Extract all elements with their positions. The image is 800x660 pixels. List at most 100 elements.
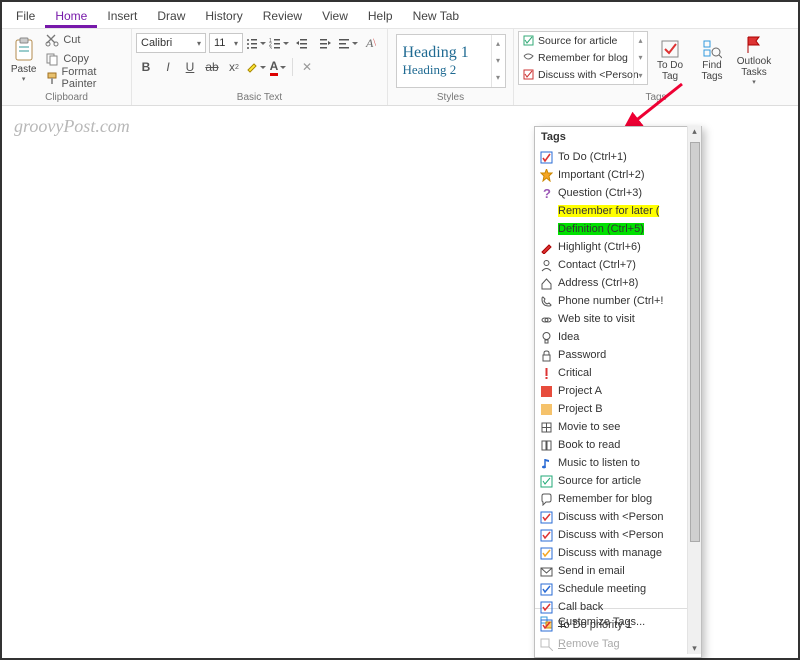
tag-item-label: Highlight (Ctrl+6) xyxy=(558,241,641,253)
tag-item[interactable]: Discuss with <Person xyxy=(535,508,687,526)
copy-icon xyxy=(45,52,59,66)
style-heading1[interactable]: Heading 1 xyxy=(403,44,499,62)
group-tags: Source for article Remember for blog Dis… xyxy=(514,29,798,105)
strike-button[interactable]: ab xyxy=(202,57,222,77)
tag-item[interactable]: Remember for blog xyxy=(535,490,687,508)
tag-item[interactable]: Source for article xyxy=(535,472,687,490)
tag-item[interactable]: Password xyxy=(535,346,687,364)
clear-button[interactable]: ✕ xyxy=(297,57,317,77)
checkbox-icon xyxy=(540,547,553,560)
format-painter-button[interactable]: Format Painter xyxy=(43,69,127,87)
tag-item[interactable]: Project B xyxy=(535,400,687,418)
ribbon: Paste ▾ Cut Copy Format Painter Clipboar… xyxy=(2,28,798,106)
tags-dropdown-panel: Tags ▴▾ To Do (Ctrl+1)Important (Ctrl+2)… xyxy=(534,126,702,658)
book-icon xyxy=(540,439,553,452)
menu-tab-insert[interactable]: Insert xyxy=(97,5,147,28)
tag-item[interactable]: Project A xyxy=(535,382,687,400)
numbering-button[interactable]: 123 xyxy=(269,33,289,53)
tag-item[interactable]: Schedule meeting xyxy=(535,580,687,598)
checkbox-icon xyxy=(540,601,553,614)
tags-panel-title: Tags xyxy=(535,127,701,148)
menu-tab-help[interactable]: Help xyxy=(358,5,403,28)
search-tags-icon xyxy=(702,39,722,59)
checkbox-icon xyxy=(540,511,553,524)
menu-bar: FileHomeInsertDrawHistoryReviewViewHelpN… xyxy=(2,2,798,28)
checkbox-icon xyxy=(540,151,553,164)
menu-tab-home[interactable]: Home xyxy=(45,5,97,28)
subscript-button[interactable]: x2 xyxy=(224,57,244,77)
tags-panel-scrollbar[interactable]: ▴▾ xyxy=(687,126,701,654)
tag-item[interactable]: Send in email xyxy=(535,562,687,580)
paste-button[interactable]: Paste ▾ xyxy=(6,31,41,89)
todo-tag-button[interactable]: To Do Tag xyxy=(650,31,690,89)
tag-item[interactable]: Contact (Ctrl+7) xyxy=(535,256,687,274)
film-icon xyxy=(540,421,553,434)
font-color-button[interactable]: A xyxy=(268,57,288,77)
styles-gallery[interactable]: Heading 1 Heading 2 ▴▾▾ xyxy=(396,34,506,88)
align-button[interactable] xyxy=(338,33,358,53)
tag-item[interactable]: To Do (Ctrl+1) xyxy=(535,148,687,166)
tag-item[interactable]: ?Question (Ctrl+3) xyxy=(535,184,687,202)
outdent-button[interactable] xyxy=(292,33,312,53)
tag-item-label: Address (Ctrl+8) xyxy=(558,277,638,289)
tag-item[interactable]: Phone number (Ctrl+! xyxy=(535,292,687,310)
tag-item[interactable]: Book to read xyxy=(535,436,687,454)
tag-item[interactable]: Call back xyxy=(535,598,687,616)
group-label-tags: Tags xyxy=(518,90,794,105)
find-tags-button[interactable]: Find Tags xyxy=(692,31,732,89)
tag-item[interactable]: Highlight (Ctrl+6) xyxy=(535,238,687,256)
clear-format-button[interactable]: A⧹ xyxy=(361,33,381,53)
tag-item[interactable]: Discuss with <Person xyxy=(535,526,687,544)
highlight-button[interactable] xyxy=(246,57,266,77)
font-size-select[interactable]: 11▾ xyxy=(209,33,243,53)
tag-item-label: Schedule meeting xyxy=(558,583,646,595)
underline-button[interactable]: U xyxy=(180,57,200,77)
tag-item-label: Discuss with <Person xyxy=(558,511,663,523)
star-icon xyxy=(540,169,553,182)
tag-item[interactable]: Idea xyxy=(535,328,687,346)
tag-item[interactable]: Important (Ctrl+2) xyxy=(535,166,687,184)
checkbox-icon xyxy=(540,529,553,542)
menu-tab-draw[interactable]: Draw xyxy=(147,5,195,28)
tag-item[interactable]: Movie to see xyxy=(535,418,687,436)
cut-button[interactable]: Cut xyxy=(43,31,127,49)
tag-item-label: Movie to see xyxy=(558,421,620,433)
group-basic-text: Calibri▾ 11▾ 123 A⧹ B I U ab x2 A ✕ xyxy=(132,29,388,105)
paste-label: Paste xyxy=(11,64,37,75)
menu-tab-new-tab[interactable]: New Tab xyxy=(403,5,469,28)
indent-button[interactable] xyxy=(315,33,335,53)
italic-button[interactable]: I xyxy=(158,57,178,77)
menu-tab-view[interactable]: View xyxy=(312,5,358,28)
tag-item-label: Call back xyxy=(558,601,603,613)
menu-tab-history[interactable]: History xyxy=(195,5,252,28)
tag-item[interactable]: To Do priority 1 xyxy=(535,616,687,634)
link-icon xyxy=(540,313,553,326)
exclamation-icon xyxy=(540,367,553,380)
font-select[interactable]: Calibri▾ xyxy=(136,33,206,53)
menu-tab-review[interactable]: Review xyxy=(253,5,312,28)
tag-item[interactable]: Definition (Ctrl+5) xyxy=(535,220,687,238)
menu-tab-file[interactable]: File xyxy=(6,5,45,28)
tag-item[interactable]: Critical xyxy=(535,364,687,382)
remove-tag-icon xyxy=(540,638,553,651)
lock-icon xyxy=(540,349,553,362)
outlook-tasks-button[interactable]: Outlook Tasks ▾ xyxy=(734,31,774,89)
styles-scroll[interactable]: ▴▾▾ xyxy=(491,35,505,87)
checkbox-icon xyxy=(660,39,680,59)
tags-gallery-scroll[interactable]: ▴▾▾ xyxy=(633,32,647,84)
tag-item[interactable]: Music to listen to xyxy=(535,454,687,472)
tags-gallery[interactable]: Source for article Remember for blog Dis… xyxy=(518,31,648,85)
bullets-button[interactable] xyxy=(246,33,266,53)
tag-item[interactable]: Discuss with manage xyxy=(535,544,687,562)
tag-item-label: Phone number (Ctrl+! xyxy=(558,295,663,307)
tag-item[interactable]: Address (Ctrl+8) xyxy=(535,274,687,292)
group-label-basic: Basic Text xyxy=(136,90,383,105)
tag-item[interactable]: Web site to visit xyxy=(535,310,687,328)
tag-item-label: Discuss with manage xyxy=(558,547,662,559)
style-heading2[interactable]: Heading 2 xyxy=(403,62,499,78)
tag-item-label: Contact (Ctrl+7) xyxy=(558,259,636,271)
bold-button[interactable]: B xyxy=(136,57,156,77)
tag-item-label: Source for article xyxy=(558,475,641,487)
tag-item[interactable]: Remember for later ( xyxy=(535,202,687,220)
tag-item-label: Send in email xyxy=(558,565,625,577)
